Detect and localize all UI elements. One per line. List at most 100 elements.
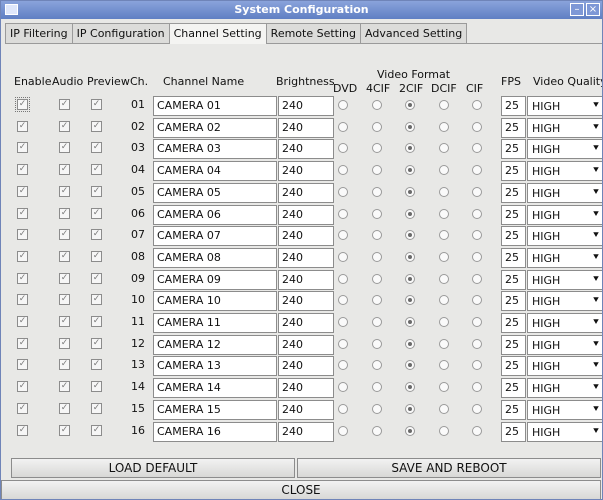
brightness-input[interactable]: 240 (278, 161, 334, 182)
enable-checkbox[interactable]: ✓ (17, 337, 28, 349)
video-quality-select[interactable]: HIGH ⯆ (527, 161, 602, 182)
title-bar[interactable]: System Configuration – × (1, 1, 602, 19)
chevron-down-icon[interactable]: ⯆ (588, 271, 602, 289)
video-format-radio-dcif[interactable] (439, 425, 449, 436)
video-format-radio-dcif[interactable] (439, 273, 449, 284)
tab-advanced-setting[interactable]: Advanced Setting (360, 23, 468, 43)
enable-checkbox[interactable]: ✓ (17, 120, 28, 132)
enable-checkbox[interactable]: ✓ (17, 316, 28, 327)
video-format-radio-cif[interactable] (472, 338, 482, 349)
video-format-radio-cif[interactable] (472, 403, 482, 414)
preview-checkbox[interactable]: ✓ (91, 381, 102, 393)
brightness-input[interactable]: 240 (278, 356, 334, 377)
video-format-radio-4cif[interactable] (372, 208, 382, 219)
preview-checkbox[interactable]: ✓ (91, 142, 102, 154)
channel-name-input[interactable]: CAMERA 08 (153, 247, 277, 268)
video-format-radio-dcif[interactable] (439, 382, 449, 393)
tab-remote-setting[interactable]: Remote Setting (265, 23, 361, 43)
brightness-input[interactable]: 240 (278, 96, 334, 116)
channel-name-input[interactable]: CAMERA 13 (153, 356, 277, 377)
enable-checkbox[interactable]: ✓ (15, 97, 30, 112)
video-format-radio-2cif[interactable] (405, 403, 415, 414)
chevron-down-icon[interactable]: ⯆ (588, 336, 602, 354)
brightness-input[interactable]: 240 (278, 421, 334, 442)
video-format-radio-2cif[interactable] (405, 186, 415, 197)
chevron-down-icon[interactable]: ⯆ (588, 249, 602, 267)
channel-name-input[interactable]: CAMERA 14 (153, 378, 277, 399)
video-format-radio-dcif[interactable] (439, 360, 449, 371)
video-format-radio-2cif[interactable] (405, 382, 415, 393)
video-format-radio-dvd[interactable] (338, 295, 348, 306)
fps-input[interactable]: 25 (501, 117, 526, 138)
video-format-radio-4cif[interactable] (372, 230, 382, 241)
video-format-radio-dcif[interactable] (439, 251, 449, 262)
channel-name-input[interactable]: CAMERA 02 (153, 117, 277, 138)
video-format-radio-cif[interactable] (472, 186, 482, 197)
video-format-radio-4cif[interactable] (372, 295, 382, 306)
video-format-radio-cif[interactable] (472, 425, 482, 436)
video-format-radio-4cif[interactable] (372, 317, 382, 327)
enable-checkbox[interactable]: ✓ (17, 294, 28, 306)
channel-name-input[interactable]: CAMERA 16 (153, 421, 277, 442)
enable-checkbox[interactable]: ✓ (17, 142, 28, 154)
video-format-radio-4cif[interactable] (372, 100, 382, 110)
video-format-radio-2cif[interactable] (405, 295, 415, 306)
video-format-radio-cif[interactable] (472, 208, 482, 219)
video-format-radio-cif[interactable] (472, 121, 482, 132)
chevron-down-icon[interactable]: ⯆ (588, 97, 602, 115)
video-format-radio-dcif[interactable] (439, 338, 449, 349)
channel-name-input[interactable]: CAMERA 04 (153, 161, 277, 182)
chevron-down-icon[interactable]: ⯆ (588, 292, 602, 310)
video-format-radio-dcif[interactable] (439, 208, 449, 219)
audio-checkbox[interactable]: ✓ (59, 185, 70, 197)
preview-checkbox[interactable]: ✓ (91, 250, 102, 262)
brightness-input[interactable]: 240 (278, 117, 334, 138)
chevron-down-icon[interactable]: ⯆ (588, 379, 602, 397)
enable-checkbox[interactable]: ✓ (17, 424, 28, 436)
video-quality-select[interactable]: HIGH ⯆ (527, 291, 602, 312)
fps-input[interactable]: 25 (501, 313, 526, 333)
chevron-down-icon[interactable]: ⯆ (588, 357, 602, 375)
video-format-radio-2cif[interactable] (405, 317, 415, 327)
audio-checkbox[interactable]: ✓ (59, 424, 70, 436)
video-format-radio-dvd[interactable] (338, 317, 348, 327)
video-quality-select[interactable]: HIGH ⯆ (527, 226, 602, 247)
brightness-input[interactable]: 240 (278, 378, 334, 399)
save-and-reboot-button[interactable]: SAVE AND REBOOT (297, 458, 601, 478)
enable-checkbox[interactable]: ✓ (17, 207, 28, 219)
video-format-radio-cif[interactable] (472, 273, 482, 284)
video-format-radio-dvd[interactable] (338, 338, 348, 349)
video-format-radio-2cif[interactable] (405, 360, 415, 371)
video-format-radio-4cif[interactable] (372, 403, 382, 414)
video-quality-select[interactable]: HIGH ⯆ (527, 334, 602, 355)
video-format-radio-4cif[interactable] (372, 425, 382, 436)
video-format-radio-4cif[interactable] (372, 382, 382, 393)
brightness-input[interactable]: 240 (278, 334, 334, 355)
brightness-input[interactable]: 240 (278, 182, 334, 203)
video-format-radio-dvd[interactable] (338, 382, 348, 393)
load-default-button[interactable]: LOAD DEFAULT (11, 458, 295, 478)
video-format-radio-dcif[interactable] (439, 403, 449, 414)
video-quality-select[interactable]: HIGH ⯆ (527, 139, 602, 160)
video-format-radio-dvd[interactable] (338, 425, 348, 436)
fps-input[interactable]: 25 (501, 269, 526, 290)
channel-name-input[interactable]: CAMERA 11 (153, 313, 277, 333)
video-format-radio-dcif[interactable] (439, 295, 449, 306)
audio-checkbox[interactable]: ✓ (59, 402, 70, 414)
fps-input[interactable]: 25 (501, 334, 526, 355)
video-format-radio-cif[interactable] (472, 360, 482, 371)
fps-input[interactable]: 25 (501, 356, 526, 377)
audio-checkbox[interactable]: ✓ (59, 229, 70, 241)
preview-checkbox[interactable]: ✓ (91, 120, 102, 132)
fps-input[interactable]: 25 (501, 139, 526, 160)
fps-input[interactable]: 25 (501, 291, 526, 312)
audio-checkbox[interactable]: ✓ (59, 120, 70, 132)
video-format-radio-dvd[interactable] (338, 251, 348, 262)
fps-input[interactable]: 25 (501, 247, 526, 268)
fps-input[interactable]: 25 (501, 399, 526, 420)
video-quality-select[interactable]: HIGH ⯆ (527, 182, 602, 203)
preview-checkbox[interactable]: ✓ (91, 294, 102, 306)
video-format-radio-dvd[interactable] (338, 165, 348, 176)
chevron-down-icon[interactable]: ⯆ (588, 314, 602, 332)
enable-checkbox[interactable]: ✓ (17, 359, 28, 371)
